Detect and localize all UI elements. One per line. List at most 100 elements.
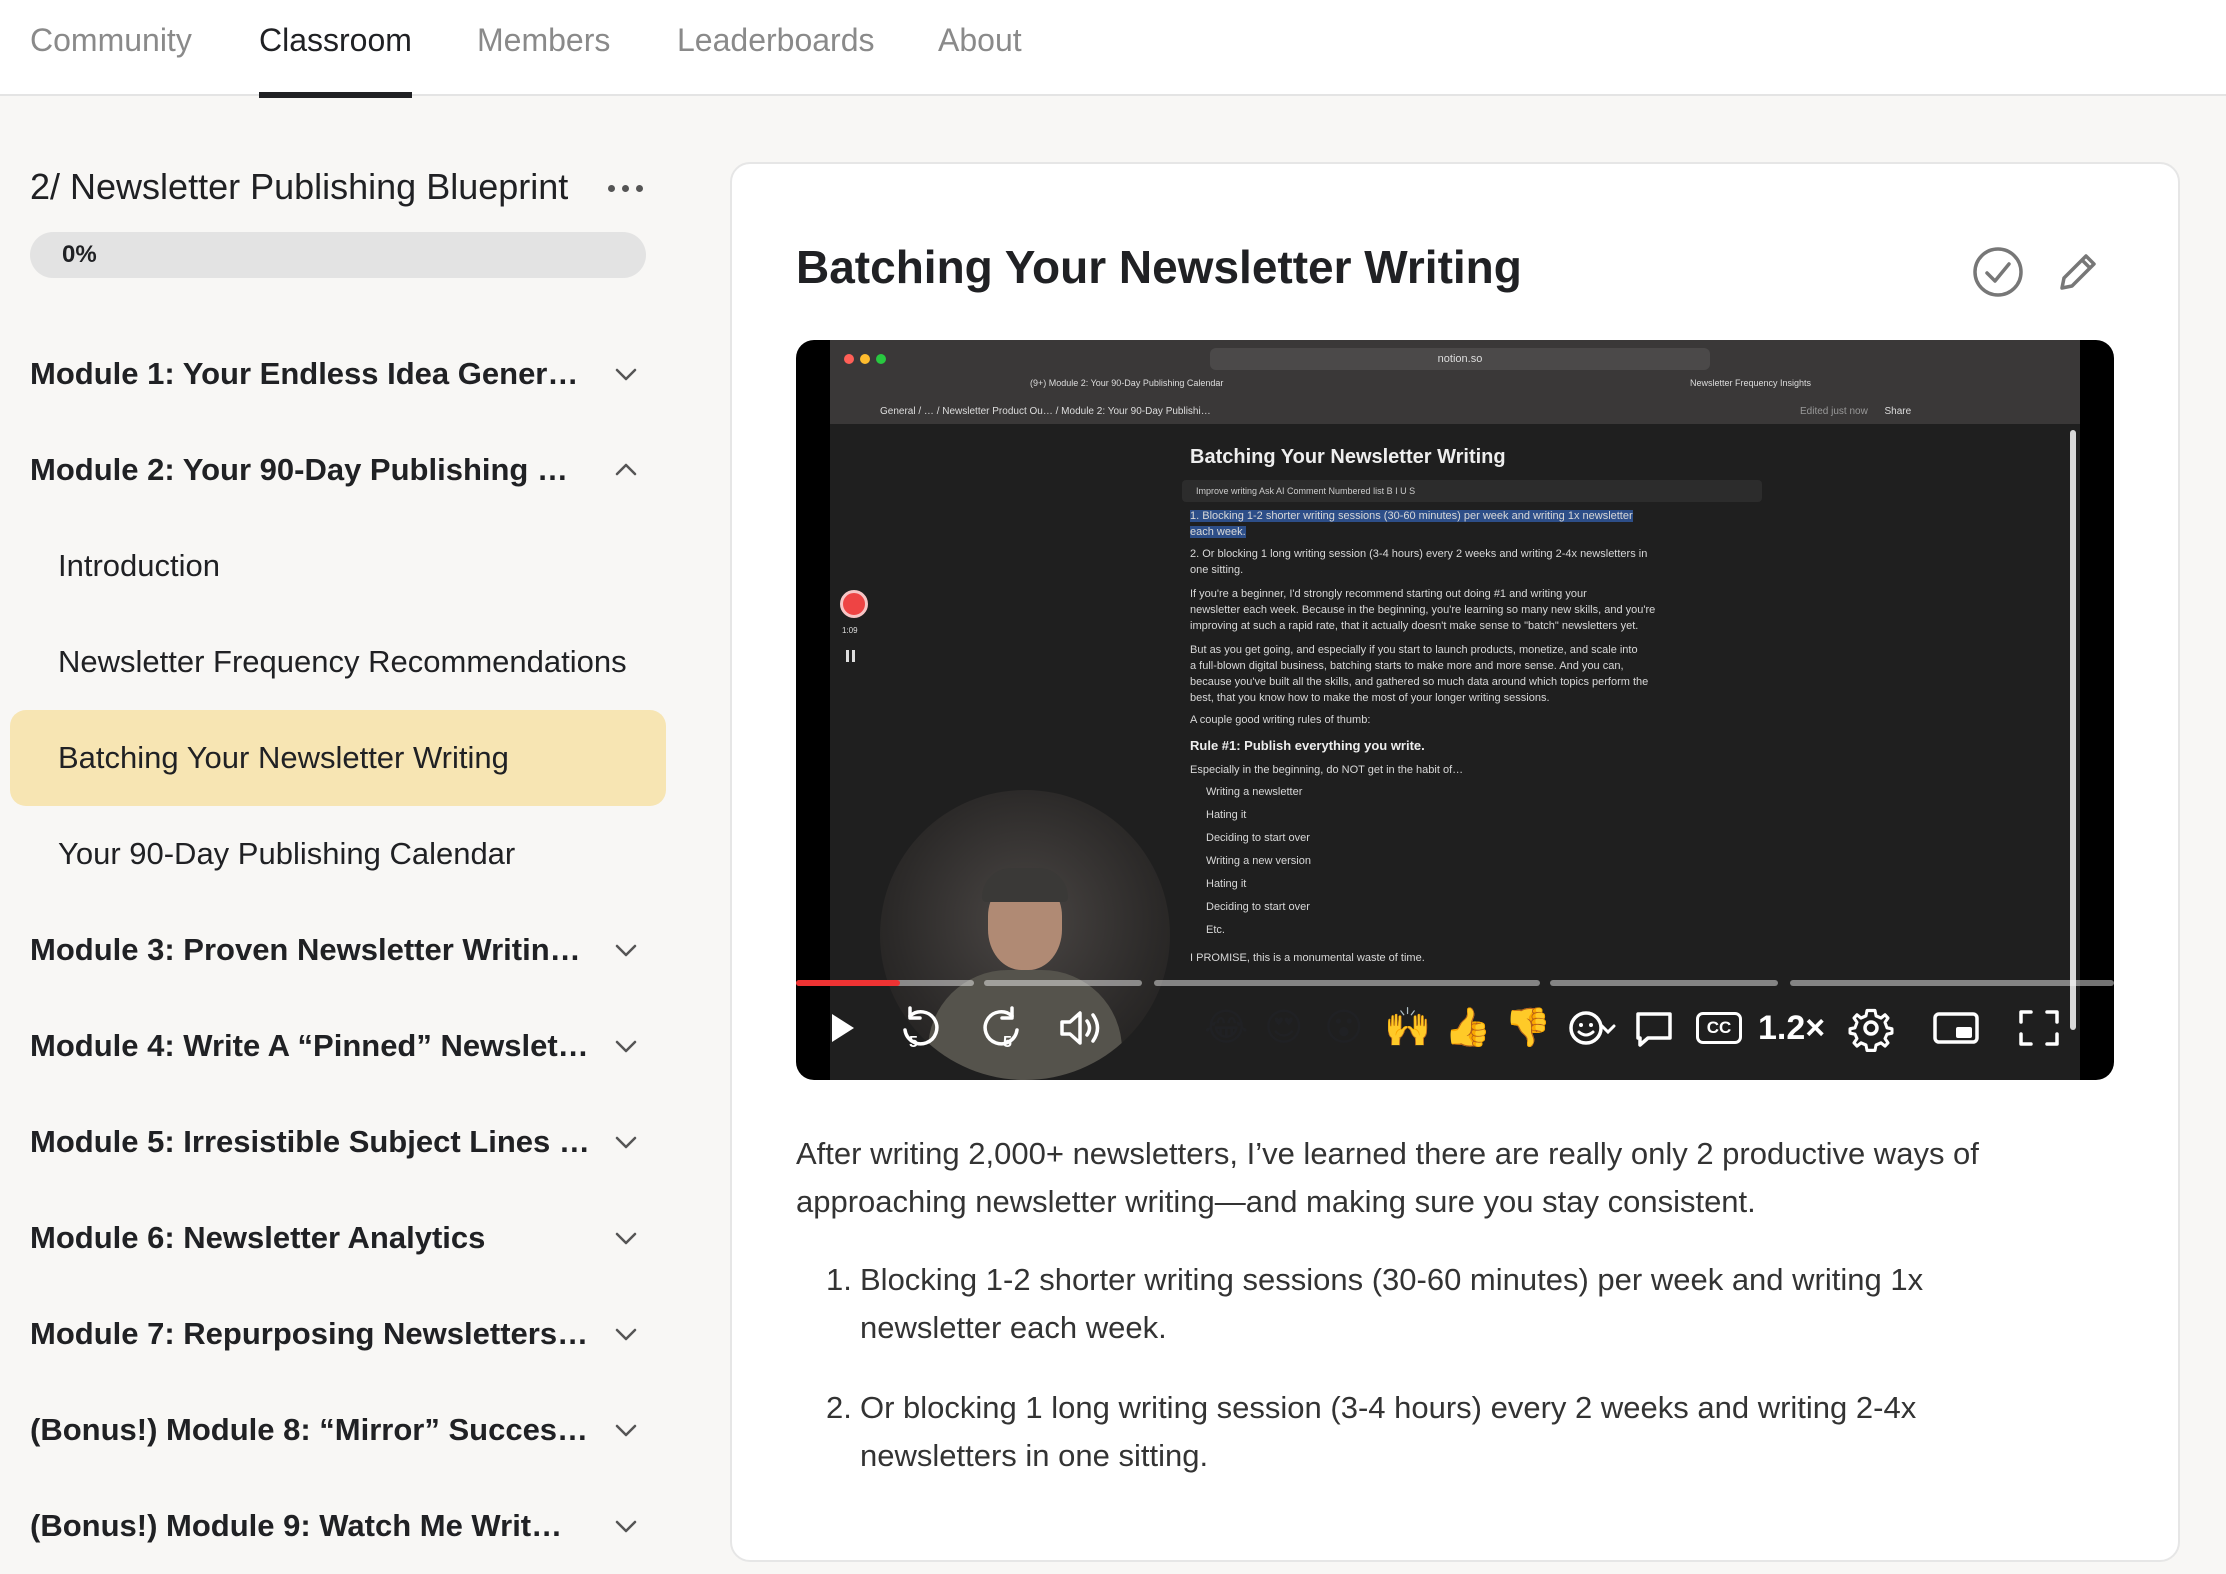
reaction-laugh[interactable]: 😂 — [1204, 1004, 1248, 1052]
comment-button[interactable] — [1630, 1000, 1678, 1056]
tab-about[interactable]: About — [938, 0, 1022, 96]
record-time: 1:09 — [842, 626, 858, 635]
doc-line: 1. Blocking 1-2 shorter writing sessions… — [1190, 508, 1633, 524]
doc-bullet: Deciding to start over — [1206, 901, 1310, 913]
doc-scrollbar — [2070, 430, 2076, 1030]
course-sidebar: 2/ Newsletter Publishing Blueprint 0% Mo… — [0, 96, 690, 1543]
reaction-wow[interactable]: 😮 — [1324, 1004, 1364, 1052]
pip-button[interactable] — [1930, 1000, 1982, 1056]
tab-community[interactable]: Community — [30, 0, 192, 96]
browser-tab: (9+) Module 2: Your 90-Day Publishing Ca… — [1030, 378, 1224, 388]
module-label: Module 5: Irresistible Subject Lines … — [30, 1124, 590, 1159]
lesson-batching-writing[interactable]: Batching Your Newsletter Writing — [10, 710, 666, 806]
module-label: (Bonus!) Module 9: Watch Me Writ… — [30, 1508, 563, 1543]
lesson-intro: After writing 2,000+ newsletters, I’ve l… — [796, 1136, 1979, 1219]
doc-line: a full-blown digital business, batching … — [1190, 660, 1624, 672]
chevron-down-icon — [615, 944, 637, 957]
doc-line: Especially in the beginning, do NOT get … — [1190, 764, 1464, 776]
doc-line: because you've built all the skills, and… — [1190, 676, 1649, 688]
play-button[interactable] — [820, 1000, 864, 1056]
module-4[interactable]: Module 4: Write A “Pinned” Newslet… — [30, 998, 660, 1094]
reaction-thumbs-down[interactable]: 👎 — [1504, 1004, 1551, 1052]
lesson-publishing-calendar[interactable]: Your 90-Day Publishing Calendar — [10, 806, 666, 902]
fullscreen-icon — [2019, 1010, 2059, 1046]
edited-label: Edited just now — [1800, 406, 1868, 417]
video-player[interactable]: notion.so (9+) Module 2: Your 90-Day Pub… — [796, 340, 2114, 1080]
browser-url: notion.so — [1210, 348, 1710, 370]
chevron-down-icon — [615, 1328, 637, 1341]
edit-lesson-button[interactable] — [2050, 244, 2106, 300]
doc-line: improving at such a rapid rate, that it … — [1190, 620, 1639, 632]
forward-button[interactable]: 5 — [976, 1000, 1026, 1056]
tab-members[interactable]: Members — [477, 0, 610, 96]
reaction-raised-hands[interactable]: 🙌 — [1384, 1004, 1431, 1052]
more-options-button[interactable] — [606, 176, 646, 200]
fullscreen-button[interactable] — [2014, 1000, 2064, 1056]
playback-speed-button[interactable]: 1.2× — [1758, 1008, 1825, 1048]
lesson-frequency-recommendations[interactable]: Newsletter Frequency Recommendations — [10, 614, 666, 710]
share-label: Share — [1884, 406, 1912, 417]
doc-line: 2. Or blocking 1 long writing session (3… — [1190, 548, 1648, 560]
reaction-heart-eyes[interactable]: 😍 — [1264, 1004, 1304, 1052]
doc-line-text: each week. — [1190, 526, 1246, 538]
record-stop-icon — [840, 590, 868, 618]
notion-edited: Edited just now Share — [1800, 406, 1911, 417]
pause-icon — [846, 650, 849, 662]
notion-breadcrumb: General / … / Newsletter Product Ou… / M… — [880, 406, 1211, 417]
doc-line: each week. — [1190, 524, 1246, 540]
doc-line: I PROMISE, this is a monumental waste of… — [1190, 952, 1425, 964]
rewind-label: 5 — [909, 1034, 918, 1051]
lesson-label: Introduction — [58, 548, 220, 583]
lesson-label: Newsletter Frequency Recommendations — [58, 644, 627, 679]
module-9[interactable]: (Bonus!) Module 9: Watch Me Writ… — [30, 1478, 660, 1574]
doc-bullet: Writing a newsletter — [1206, 786, 1303, 798]
chevron-down-icon — [615, 1424, 637, 1437]
module-6[interactable]: Module 6: Newsletter Analytics — [30, 1190, 660, 1286]
doc-bullet: Deciding to start over — [1206, 832, 1310, 844]
add-reaction-icon — [1569, 1011, 1616, 1045]
module-label: Module 7: Repurposing Newsletters… — [30, 1316, 589, 1351]
doc-line: best, that you know how to make the most… — [1190, 692, 1550, 704]
add-reaction-button[interactable] — [1564, 1000, 1616, 1056]
tab-leaderboards[interactable]: Leaderboards — [677, 0, 874, 96]
tab-classroom[interactable]: Classroom — [259, 0, 412, 98]
module-8[interactable]: (Bonus!) Module 8: “Mirror” Succes… — [30, 1382, 660, 1478]
lesson-title: Batching Your Newsletter Writing — [796, 241, 1522, 293]
course-title: 2/ Newsletter Publishing Blueprint — [30, 166, 569, 207]
top-nav: Community Classroom Members Leaderboards… — [0, 0, 2226, 98]
lesson-card: Batching Your Newsletter Writing notion.… — [730, 162, 2180, 1562]
mark-complete-button[interactable] — [1970, 244, 2026, 300]
video-frame: notion.so (9+) Module 2: Your 90-Day Pub… — [830, 340, 2080, 1080]
pencil-icon — [2060, 254, 2096, 290]
doc-bullet: Hating it — [1206, 878, 1247, 890]
list-text: Blocking 1-2 shorter writing sessions (3… — [860, 1262, 1924, 1345]
module-label: Module 3: Proven Newsletter Writin… — [30, 932, 581, 967]
doc-line: If you're a beginner, I'd strongly recom… — [1190, 588, 1587, 600]
doc-line: newsletter each week. Because in the beg… — [1190, 604, 1656, 616]
settings-button[interactable] — [1846, 1000, 1896, 1056]
comment-icon — [1636, 1012, 1672, 1047]
module-2[interactable]: Module 2: Your 90-Day Publishing … — [30, 422, 660, 518]
course-progress-bar: 0% — [30, 232, 646, 278]
module-label: (Bonus!) Module 8: “Mirror” Succes… — [30, 1412, 589, 1447]
play-icon — [832, 1014, 854, 1042]
module-1[interactable]: Module 1: Your Endless Idea Gener… — [30, 326, 660, 422]
browser-chrome: notion.so (9+) Module 2: Your 90-Day Pub… — [830, 340, 2080, 424]
doc-title: Batching Your Newsletter Writing — [1190, 446, 1506, 468]
doc-line-text: 1. Blocking 1-2 shorter writing sessions… — [1190, 510, 1633, 522]
module-3[interactable]: Module 3: Proven Newsletter Writin… — [30, 902, 660, 998]
lesson-introduction[interactable]: Introduction — [10, 518, 666, 614]
volume-button[interactable] — [1056, 1000, 1106, 1056]
module-5[interactable]: Module 5: Irresistible Subject Lines … — [30, 1094, 660, 1190]
reaction-thumbs-up[interactable]: 👍 — [1444, 1004, 1491, 1052]
captions-button[interactable]: CC — [1696, 1012, 1742, 1044]
module-7[interactable]: Module 7: Repurposing Newsletters… — [30, 1286, 660, 1382]
rewind-icon: 5 — [903, 1006, 939, 1051]
chevron-up-icon — [615, 463, 637, 476]
list-text: Or blocking 1 long writing session (3-4 … — [860, 1390, 1917, 1473]
lesson-label: Your 90-Day Publishing Calendar — [58, 836, 516, 871]
browser-tab: Newsletter Frequency Insights — [1690, 378, 1812, 388]
list-number: 1. — [826, 1262, 852, 1297]
doc-line: But as you get going, and especially if … — [1190, 644, 1638, 656]
rewind-button[interactable]: 5 — [896, 1000, 946, 1056]
